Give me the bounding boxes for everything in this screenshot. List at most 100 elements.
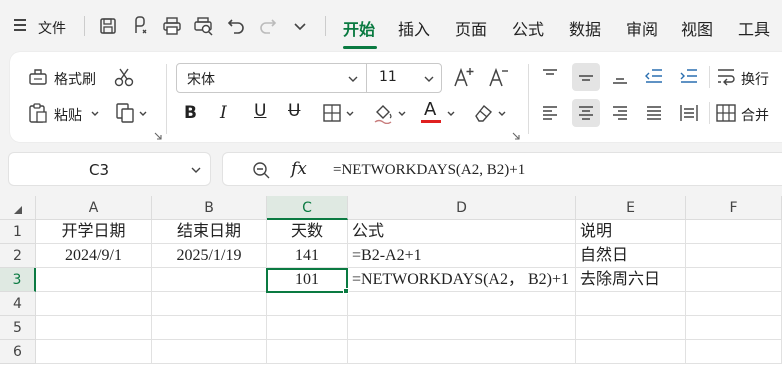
- clear-format-icon[interactable]: [472, 102, 494, 124]
- italic-button[interactable]: I: [220, 103, 227, 123]
- print-preview-icon[interactable]: [194, 16, 214, 36]
- zoom-formula-icon[interactable]: [251, 160, 271, 180]
- fill-handle[interactable]: [343, 288, 349, 294]
- align-middle-icon[interactable]: [577, 68, 595, 86]
- chevron-down-icon[interactable]: [290, 16, 310, 36]
- align-center-icon[interactable]: [577, 104, 595, 122]
- font-color-button[interactable]: A: [424, 99, 436, 120]
- align-top-icon[interactable]: [541, 67, 559, 85]
- row-header-5[interactable]: 5: [0, 316, 36, 340]
- cell-c5[interactable]: [267, 316, 348, 340]
- column-header-f[interactable]: F: [686, 196, 782, 220]
- underline-button[interactable]: U: [254, 101, 266, 121]
- cell-a2[interactable]: 2024/9/1: [36, 244, 152, 268]
- cell-a6[interactable]: [36, 340, 152, 364]
- cell-d6[interactable]: [348, 340, 576, 364]
- tab-insert[interactable]: 插入: [398, 16, 430, 40]
- chevron-down-icon[interactable]: [190, 165, 202, 175]
- strikethrough-button[interactable]: U: [288, 101, 300, 121]
- cut-icon[interactable]: [113, 66, 135, 88]
- decrease-indent-icon[interactable]: [644, 67, 664, 85]
- cell-f3[interactable]: [686, 268, 782, 292]
- cell-b5[interactable]: [152, 316, 267, 340]
- formula-input[interactable]: =NETWORKDAYS(A2, B2)+1: [333, 162, 525, 179]
- cell-f4[interactable]: [686, 292, 782, 316]
- file-menu[interactable]: 文件: [38, 18, 66, 38]
- cell-e2[interactable]: 自然日: [576, 244, 686, 268]
- format-painter-label[interactable]: 格式刷: [54, 69, 96, 89]
- cell-f2[interactable]: [686, 244, 782, 268]
- save-icon[interactable]: [98, 16, 118, 36]
- select-all-corner[interactable]: [0, 196, 36, 220]
- undo-icon[interactable]: [226, 16, 246, 36]
- tab-formulas[interactable]: 公式: [512, 16, 544, 40]
- tab-view[interactable]: 视图: [681, 16, 713, 40]
- cell-f5[interactable]: [686, 316, 782, 340]
- chevron-down-icon[interactable]: [446, 110, 456, 118]
- chevron-down-icon[interactable]: [345, 110, 355, 118]
- cell-f1[interactable]: [686, 220, 782, 244]
- cell-c4[interactable]: [267, 292, 348, 316]
- cell-e1[interactable]: 说明: [576, 220, 686, 244]
- cell-a5[interactable]: [36, 316, 152, 340]
- row-header-4[interactable]: 4: [0, 292, 36, 316]
- cell-b1[interactable]: 结束日期: [152, 220, 267, 244]
- wrap-text-label[interactable]: 换行: [741, 69, 769, 89]
- cell-d5[interactable]: [348, 316, 576, 340]
- column-header-a[interactable]: A: [36, 196, 152, 220]
- font-name-dropdown[interactable]: 宋体: [187, 69, 215, 89]
- column-header-c[interactable]: C: [267, 196, 348, 220]
- cell-d2[interactable]: =B2-A2+1: [348, 244, 576, 268]
- increase-indent-icon[interactable]: [679, 67, 699, 85]
- column-header-e[interactable]: E: [576, 196, 686, 220]
- row-header-2[interactable]: 2: [0, 244, 36, 268]
- copy-icon[interactable]: [114, 102, 136, 124]
- cell-c1[interactable]: 天数: [267, 220, 348, 244]
- name-box[interactable]: C3: [8, 152, 211, 186]
- borders-icon[interactable]: [323, 104, 341, 122]
- dialog-launcher-icon[interactable]: [512, 132, 520, 140]
- cell-b4[interactable]: [152, 292, 267, 316]
- column-header-b[interactable]: B: [152, 196, 267, 220]
- tab-review[interactable]: 审阅: [626, 16, 658, 40]
- justify-icon[interactable]: [645, 104, 663, 122]
- cell-d3[interactable]: =NETWORKDAYS(A2， B2)+1: [348, 268, 576, 292]
- insert-function-button[interactable]: fx: [291, 159, 307, 179]
- font-size-dropdown[interactable]: 11: [379, 69, 397, 85]
- decrease-font-size-icon[interactable]: [488, 66, 510, 88]
- cell-c6[interactable]: [267, 340, 348, 364]
- dialog-launcher-icon[interactable]: [154, 132, 162, 140]
- align-left-icon[interactable]: [541, 104, 559, 122]
- format-painter-icon[interactable]: [28, 67, 48, 87]
- tab-tools[interactable]: 工具: [738, 16, 770, 40]
- cell-b6[interactable]: [152, 340, 267, 364]
- redo-icon[interactable]: [258, 16, 278, 36]
- paste-icon[interactable]: [28, 102, 48, 124]
- cell-d1[interactable]: 公式: [348, 220, 576, 244]
- cell-e6[interactable]: [576, 340, 686, 364]
- column-header-d[interactable]: D: [348, 196, 576, 220]
- merge-cells-icon[interactable]: [716, 104, 736, 122]
- increase-font-size-icon[interactable]: [453, 66, 475, 88]
- chevron-down-icon[interactable]: [497, 110, 507, 118]
- merge-label[interactable]: 合并: [741, 105, 769, 125]
- cell-a3[interactable]: [36, 268, 152, 292]
- distributed-align-icon[interactable]: [679, 104, 699, 122]
- cell-d4[interactable]: [348, 292, 576, 316]
- formula-bar[interactable]: fx =NETWORKDAYS(A2, B2)+1: [222, 152, 782, 186]
- cell-f6[interactable]: [686, 340, 782, 364]
- align-right-icon[interactable]: [611, 104, 629, 122]
- bold-button[interactable]: B: [184, 103, 197, 123]
- wrap-text-icon[interactable]: [716, 67, 736, 87]
- row-header-6[interactable]: 6: [0, 340, 36, 364]
- tab-data[interactable]: 数据: [569, 16, 601, 40]
- cell-e5[interactable]: [576, 316, 686, 340]
- row-header-1[interactable]: 1: [0, 220, 36, 244]
- tab-home[interactable]: 开始: [343, 16, 375, 40]
- chevron-down-icon[interactable]: [138, 110, 148, 118]
- fill-color-icon[interactable]: [372, 102, 394, 124]
- cell-e4[interactable]: [576, 292, 686, 316]
- tab-page[interactable]: 页面: [455, 16, 487, 40]
- chevron-down-icon[interactable]: [397, 110, 407, 118]
- cell-a4[interactable]: [36, 292, 152, 316]
